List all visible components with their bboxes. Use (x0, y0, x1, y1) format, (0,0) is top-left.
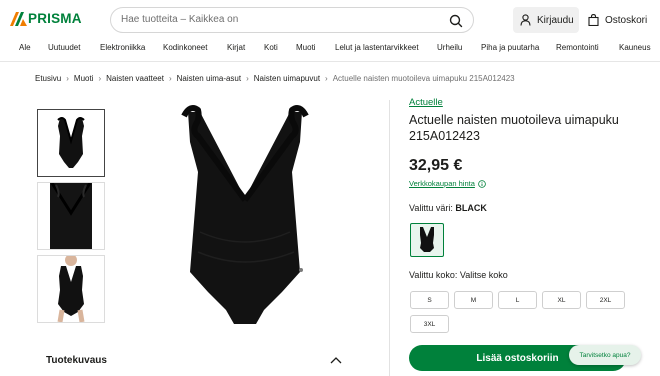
nav-divider (0, 61, 660, 62)
size-button-m[interactable]: M (454, 291, 493, 309)
breadcrumb-naisten-vaatteet[interactable]: Naisten vaatteet (106, 74, 164, 83)
description-title[interactable]: Tuotekuvaus (46, 355, 107, 366)
chevron-right-icon: › (325, 74, 328, 83)
search-icon[interactable] (448, 13, 464, 29)
breadcrumb-naisten-uima-asut[interactable]: Naisten uima-asut (177, 74, 241, 83)
thumbnail-2[interactable] (37, 182, 105, 250)
price-note-label: Verkkokaupan hinta (409, 179, 475, 188)
chevron-right-icon: › (168, 74, 172, 83)
product-price: 32,95 € (409, 157, 463, 174)
category-ale[interactable]: Ale (19, 43, 31, 52)
category-remontointi[interactable]: Remontointi (556, 43, 599, 52)
thumbnail-3[interactable] (37, 255, 105, 323)
category-lelut[interactable]: Lelut ja lastentarvikkeet (335, 43, 419, 52)
category-kauneus[interactable]: Kauneus (619, 43, 651, 52)
chevron-right-icon: › (66, 74, 69, 83)
search-input[interactable]: Hae tuotteita – Kaikkea on (110, 7, 474, 33)
category-piha[interactable]: Piha ja puutarha (481, 43, 539, 52)
product-main-image[interactable] (170, 102, 320, 328)
breadcrumb-etusivu[interactable]: Etusivu (35, 74, 61, 83)
login-button[interactable]: Kirjaudu (513, 7, 579, 33)
prisma-logo-icon (10, 11, 27, 26)
chevron-up-icon[interactable] (330, 356, 342, 364)
product-title: Actuelle naisten muotoileva uimapuku 215… (409, 113, 619, 143)
category-urheilu[interactable]: Urheilu (437, 43, 462, 52)
category-kodinkoneet[interactable]: Kodinkoneet (163, 43, 207, 52)
size-label: Valittu koko: Valitse koko (409, 270, 508, 280)
category-muoti[interactable]: Muoti (296, 43, 316, 52)
size-button-3xl[interactable]: 3XL (410, 315, 449, 333)
brand-link[interactable]: Actuelle (409, 97, 443, 108)
column-divider (389, 100, 390, 376)
breadcrumb-naisten-uimapuvut[interactable]: Naisten uimapuvut (254, 74, 320, 83)
color-label: Valittu väri: (409, 203, 453, 213)
help-chat-button[interactable]: Tarvitsetko apua? (569, 345, 641, 365)
category-kirjat[interactable]: Kirjat (227, 43, 245, 52)
price-note[interactable]: Verkkokaupan hinta (409, 179, 486, 188)
thumbnail-1[interactable] (37, 109, 105, 177)
breadcrumb-current: Actuelle naisten muotoileva uimapuku 215… (332, 74, 515, 83)
swimsuit-model-image (57, 256, 85, 322)
info-icon[interactable] (478, 179, 486, 188)
color-swatch-black[interactable] (410, 223, 444, 257)
shopping-bag-icon (588, 14, 599, 26)
selected-color-row: Valittu väri: BLACK (409, 203, 487, 213)
category-koti[interactable]: Koti (264, 43, 278, 52)
login-label: Kirjaudu (537, 14, 574, 26)
swimsuit-swatch-image (420, 227, 434, 252)
size-button-2xl[interactable]: 2XL (586, 291, 625, 309)
search-placeholder: Hae tuotteita – Kaikkea on (121, 14, 239, 25)
swimsuit-detail-image (50, 183, 92, 249)
site-header: PRISMA Hae tuotteita – Kaikkea on Kirjau… (0, 0, 660, 40)
logo-text: PRISMA (28, 11, 82, 26)
prisma-logo[interactable]: PRISMA (10, 11, 82, 26)
category-nav: Ale Uutuudet Elektroniikka Kodinkoneet K… (0, 40, 660, 60)
breadcrumb-muoti[interactable]: Muoti (74, 74, 94, 83)
category-elektroniikka[interactable]: Elektroniikka (100, 43, 145, 52)
category-uutuudet[interactable]: Uutuudet (48, 43, 80, 52)
size-button-l[interactable]: L (498, 291, 537, 309)
breadcrumb: Etusivu › Muoti › Naisten vaatteet › Nai… (35, 74, 515, 83)
size-button-s[interactable]: S (410, 291, 449, 309)
color-value: BLACK (455, 203, 487, 213)
user-icon (520, 14, 531, 26)
cart-button[interactable]: Ostoskori (588, 7, 647, 33)
size-button-xl[interactable]: XL (542, 291, 581, 309)
cart-label: Ostoskori (605, 14, 648, 26)
chevron-right-icon: › (98, 74, 102, 83)
chevron-right-icon: › (246, 74, 249, 83)
swimsuit-front-image (57, 117, 85, 168)
swimsuit-main-image (181, 105, 309, 324)
